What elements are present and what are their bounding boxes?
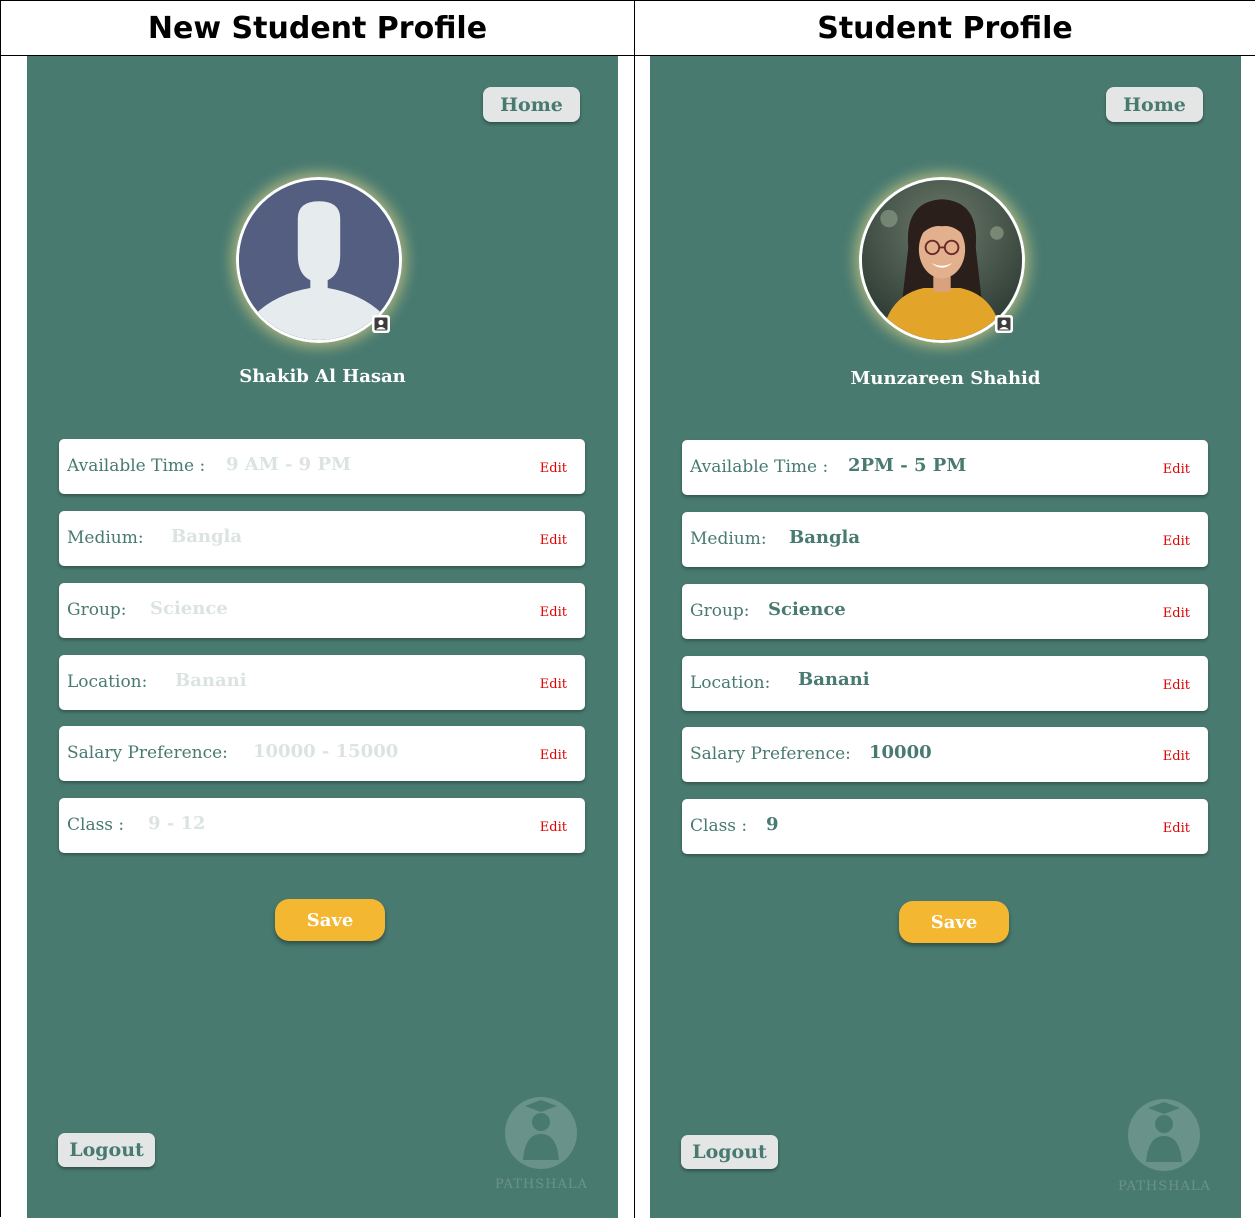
field-value-input[interactable]: 9	[766, 814, 779, 835]
field-value-input[interactable]: 9 - 12	[148, 813, 206, 834]
edit-link[interactable]: Edit	[1163, 534, 1190, 549]
column-heading: New Student Profile	[1, 1, 634, 56]
field-label: Group:	[67, 600, 127, 620]
phone-screen-new-profile: Home Shakib Al Hasan Available Time: 9 …	[27, 56, 618, 1218]
field-label: Available Time :	[67, 456, 206, 476]
contact-card-icon[interactable]	[371, 314, 391, 334]
column-new-student-profile: New Student Profile Home Shakib Al Hasan…	[1, 1, 635, 1218]
field-value-input[interactable]: Bangla	[789, 527, 860, 548]
edit-link[interactable]: Edit	[1163, 821, 1190, 836]
student-name: Munzareen Shahid	[850, 368, 1041, 389]
contact-card-icon[interactable]	[994, 314, 1014, 334]
logout-button[interactable]: Logout	[681, 1135, 778, 1169]
field-location: Location: Banani Edit	[59, 655, 585, 710]
logo-text: PATHSHALA	[495, 1177, 588, 1192]
field-label: Class :	[67, 815, 125, 835]
field-label: Medium:	[690, 529, 767, 549]
field-value-input[interactable]: Banani	[175, 670, 247, 691]
column-heading: Student Profile	[635, 1, 1255, 56]
field-label: Location:	[67, 672, 148, 692]
field-value-input[interactable]: Bangla	[171, 526, 242, 547]
phone-screen-student-profile: Home Munzareen Shahid Available Time: 2…	[650, 56, 1241, 1218]
field-available-time: Available Time : 2PM - 5 PM Edit	[682, 440, 1208, 495]
edit-link[interactable]: Edit	[1163, 678, 1190, 693]
avatar[interactable]	[236, 177, 408, 343]
field-value-input[interactable]: 10000 - 15000	[253, 741, 398, 762]
field-label: Available Time :	[690, 457, 829, 477]
pathshala-logo-icon	[1128, 1099, 1200, 1171]
field-medium: Medium: Bangla Edit	[682, 512, 1208, 567]
edit-link[interactable]: Edit	[540, 820, 567, 835]
home-button[interactable]: Home	[483, 87, 580, 122]
field-label: Medium:	[67, 528, 144, 548]
logout-button[interactable]: Logout	[58, 1133, 155, 1167]
save-button[interactable]: Save	[899, 901, 1009, 943]
field-salary-preference: Salary Preference: 10000 Edit	[682, 727, 1208, 782]
field-label: Location:	[690, 673, 771, 693]
save-button[interactable]: Save	[275, 899, 385, 941]
field-value-input[interactable]: Banani	[798, 669, 870, 690]
field-group: Group: Science Edit	[59, 583, 585, 638]
field-value-input[interactable]: Science	[768, 599, 846, 620]
field-class: Class : 9 - 12 Edit	[59, 798, 585, 853]
field-group: Group: Science Edit	[682, 584, 1208, 639]
field-value-input[interactable]: Science	[150, 598, 228, 619]
field-value-input[interactable]: 2PM - 5 PM	[848, 455, 966, 476]
edit-link[interactable]: Edit	[540, 533, 567, 548]
field-available-time: Available Time : 9 AM - 9 PM Edit	[59, 439, 585, 494]
edit-link[interactable]: Edit	[540, 605, 567, 620]
comparison-table: New Student Profile Home Shakib Al Hasan…	[0, 0, 1255, 1218]
field-label: Salary Preference:	[690, 744, 851, 764]
edit-link[interactable]: Edit	[540, 748, 567, 763]
edit-link[interactable]: Edit	[1163, 749, 1190, 764]
edit-link[interactable]: Edit	[540, 461, 567, 476]
field-label: Group:	[690, 601, 750, 621]
avatar[interactable]	[859, 177, 1031, 343]
edit-link[interactable]: Edit	[1163, 606, 1190, 621]
field-label: Salary Preference:	[67, 743, 228, 763]
logo-text: PATHSHALA	[1118, 1179, 1211, 1194]
home-button[interactable]: Home	[1106, 87, 1203, 122]
field-salary-preference: Salary Preference: 10000 - 15000 Edit	[59, 726, 585, 781]
field-location: Location: Banani Edit	[682, 656, 1208, 711]
field-medium: Medium: Bangla Edit	[59, 511, 585, 566]
pathshala-logo: PATHSHALA	[1118, 1098, 1210, 1194]
field-class: Class : 9 Edit	[682, 799, 1208, 854]
field-label: Class :	[690, 816, 748, 836]
column-student-profile: Student Profile Home Munzareen Shahid Av…	[635, 1, 1255, 1218]
edit-link[interactable]: Edit	[540, 677, 567, 692]
student-name: Shakib Al Hasan	[239, 366, 406, 387]
pathshala-logo-icon	[505, 1097, 577, 1169]
edit-link[interactable]: Edit	[1163, 462, 1190, 477]
pathshala-logo: PATHSHALA	[495, 1096, 587, 1192]
field-value-input[interactable]: 10000	[869, 742, 932, 763]
field-value-input[interactable]: 9 AM - 9 PM	[226, 454, 351, 475]
